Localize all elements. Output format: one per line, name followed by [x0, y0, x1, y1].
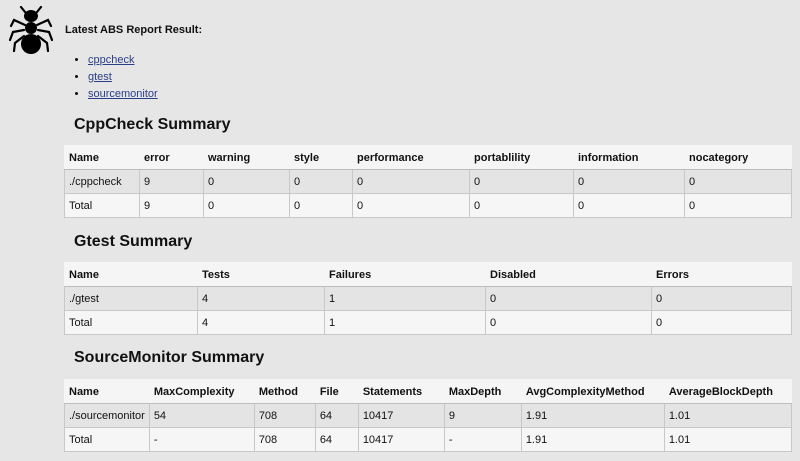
- table-header-row: Name error warning style performance por…: [64, 145, 792, 170]
- column-header: Disabled: [485, 262, 652, 287]
- table-cell: -: [443, 427, 522, 452]
- table-cell: 54: [148, 403, 255, 428]
- list-item: cppcheck: [88, 52, 158, 69]
- table-row: Total 4 1 0 0: [64, 310, 792, 335]
- table-cell: 9: [443, 403, 522, 428]
- list-item: gtest: [88, 69, 158, 86]
- table-cell: 1.91: [520, 427, 665, 452]
- column-header: performance: [352, 145, 470, 170]
- table-cell: 708: [253, 427, 316, 452]
- column-header: nocategory: [684, 145, 792, 170]
- table-cell: 9: [139, 169, 204, 194]
- table-row: ./cppcheck 9 0 0 0 0 0 0: [64, 169, 792, 194]
- table-row: Total - 708 64 10417 - 1.91 1.01: [64, 427, 793, 452]
- table-cell: ./sourcemonitor: [64, 403, 150, 428]
- table-cell: 1.01: [663, 403, 793, 428]
- table-cell: Total: [64, 427, 150, 452]
- column-header: MaxComplexity: [148, 379, 255, 404]
- table-cell: 9: [139, 193, 204, 218]
- sourcemonitor-link[interactable]: sourcemonitor: [88, 88, 158, 100]
- report-title: Latest ABS Report Result:: [65, 24, 203, 36]
- table-cell: Total: [64, 193, 140, 218]
- table-cell: 1: [324, 310, 486, 335]
- column-header: information: [573, 145, 685, 170]
- table-cell: 0: [203, 169, 290, 194]
- column-header: Failures: [324, 262, 486, 287]
- column-header: Name: [64, 145, 140, 170]
- table-cell: 0: [352, 193, 470, 218]
- cppcheck-link[interactable]: cppcheck: [88, 54, 134, 66]
- column-header: AvgComplexityMethod: [520, 379, 665, 404]
- table-cell: 1.91: [520, 403, 665, 428]
- table-cell: 0: [485, 310, 652, 335]
- table-cell: 0: [684, 193, 792, 218]
- table-cell: -: [148, 427, 255, 452]
- table-cell: 0: [289, 169, 353, 194]
- table-cell: 0: [651, 286, 792, 311]
- table-cell: 0: [352, 169, 470, 194]
- table-cell: Total: [64, 310, 198, 335]
- column-header: Name: [64, 379, 150, 404]
- column-header: portablility: [469, 145, 574, 170]
- column-header: warning: [203, 145, 290, 170]
- column-header: File: [314, 379, 359, 404]
- table-row: Total 9 0 0 0 0 0 0: [64, 193, 792, 218]
- column-header: Tests: [197, 262, 325, 287]
- table-cell: 64: [314, 403, 359, 428]
- column-header: Statements: [357, 379, 445, 404]
- column-header: Name: [64, 262, 198, 287]
- table-cell: 10417: [357, 427, 445, 452]
- table-cell: 1.01: [663, 427, 793, 452]
- list-item: sourcemonitor: [88, 86, 158, 103]
- table-cell: 0: [203, 193, 290, 218]
- column-header: style: [289, 145, 353, 170]
- sourcemonitor-summary-title: SourceMonitor Summary: [74, 349, 265, 366]
- column-header: error: [139, 145, 204, 170]
- column-header: AverageBlockDepth: [663, 379, 793, 404]
- table-cell: 708: [253, 403, 316, 428]
- table-cell: ./cppcheck: [64, 169, 140, 194]
- table-cell: 0: [469, 169, 574, 194]
- sourcemonitor-summary-table: Name MaxComplexity Method File Statement…: [64, 379, 793, 452]
- table-cell: 0: [651, 310, 792, 335]
- ant-logo-icon: [8, 6, 54, 54]
- gtest-summary-title: Gtest Summary: [74, 233, 193, 250]
- cppcheck-summary-table: Name error warning style performance por…: [64, 145, 792, 218]
- table-header-row: Name Tests Failures Disabled Errors: [64, 262, 792, 287]
- table-cell: 1: [324, 286, 486, 311]
- cppcheck-summary-title: CppCheck Summary: [74, 116, 231, 133]
- table-row: ./sourcemonitor 54 708 64 10417 9 1.91 1…: [64, 403, 793, 428]
- table-cell: 0: [485, 286, 652, 311]
- table-header-row: Name MaxComplexity Method File Statement…: [64, 379, 793, 404]
- table-cell: 0: [469, 193, 574, 218]
- gtest-summary-table: Name Tests Failures Disabled Errors ./gt…: [64, 262, 792, 335]
- table-cell: 0: [573, 169, 685, 194]
- table-cell: 0: [684, 169, 792, 194]
- table-cell: 64: [314, 427, 359, 452]
- table-cell: 4: [197, 310, 325, 335]
- column-header: Method: [253, 379, 316, 404]
- gtest-link[interactable]: gtest: [88, 71, 112, 83]
- table-row: ./gtest 4 1 0 0: [64, 286, 792, 311]
- column-header: Errors: [651, 262, 792, 287]
- table-cell: 10417: [357, 403, 445, 428]
- table-cell: 0: [289, 193, 353, 218]
- table-cell: ./gtest: [64, 286, 198, 311]
- column-header: MaxDepth: [443, 379, 522, 404]
- table-cell: 4: [197, 286, 325, 311]
- report-links: cppcheck gtest sourcemonitor: [74, 52, 158, 103]
- table-cell: 0: [573, 193, 685, 218]
